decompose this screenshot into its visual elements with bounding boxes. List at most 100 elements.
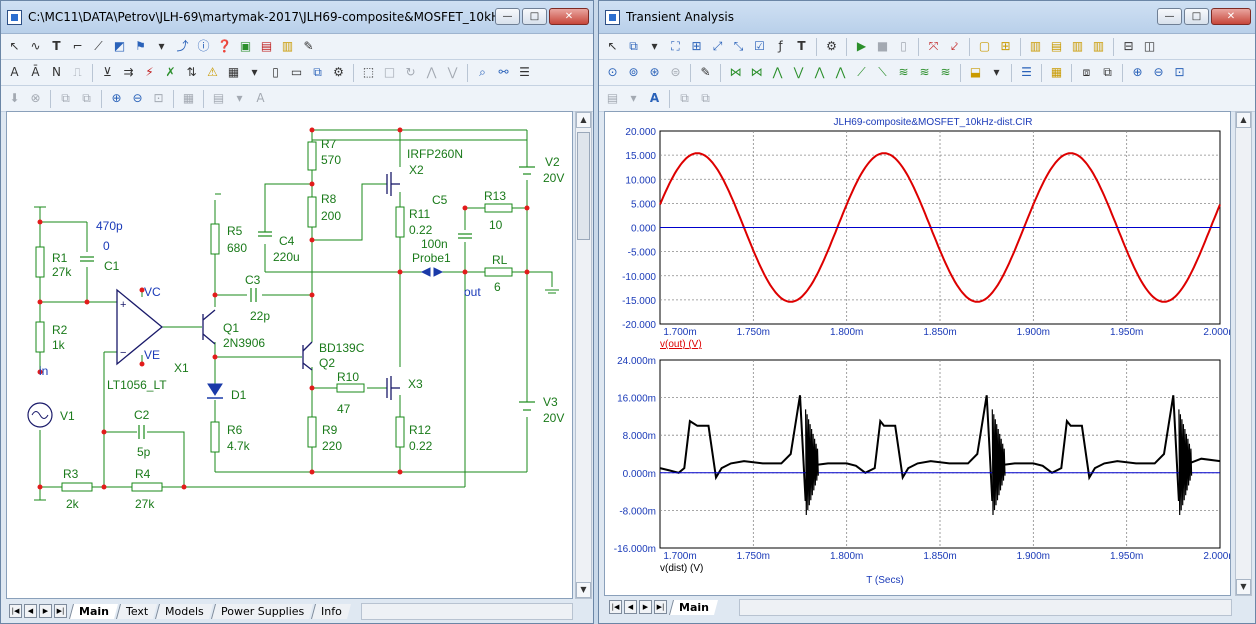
global-low-icon[interactable]: ⋀ [768,63,787,82]
node-voltages-icon[interactable]: ⎍ [68,63,87,82]
frame-icon[interactable]: ▢ [975,37,994,56]
resistor-R12[interactable] [395,416,405,448]
help-icon[interactable]: ❓ [215,37,234,56]
diode-D1[interactable] [207,383,223,396]
prev-simulation-icon[interactable]: ⟍ [873,63,892,82]
zoom-out-icon[interactable]: ⊖ [128,89,147,108]
scale-icon[interactable]: ⛶ [666,37,685,56]
dropdown-arrow-icon[interactable]: ▾ [645,37,664,56]
next-page-icon[interactable]: ▶ [39,604,52,618]
prev-page-icon[interactable]: ◀ [24,604,37,618]
pin-markers-icon[interactable]: ⇉ [119,63,138,82]
fit-y-icon[interactable]: ⧉ [1098,63,1117,82]
warning-icon[interactable]: ⚠ [203,63,222,82]
scroll-up-icon[interactable]: ▲ [576,112,591,128]
bottom-icon[interactable]: ⋀ [810,63,829,82]
bold-grid-icon[interactable]: ▥ [1026,37,1045,56]
inflection-icon[interactable]: ⋈ [726,63,745,82]
component-mode-icon[interactable]: ∿ [26,37,45,56]
power-icon[interactable]: ⚡ [140,63,159,82]
resistor-R2[interactable] [35,321,45,353]
slope-icon[interactable]: ⋀ [831,63,850,82]
resistor-R13[interactable] [484,203,513,213]
select-mode-icon[interactable]: ↖ [603,37,622,56]
grid-text-icon[interactable]: Ā [26,63,45,82]
resistor-R10[interactable] [336,383,365,393]
valley-icon[interactable]: ⊚ [624,63,643,82]
fit-icon[interactable]: ⧈ [1077,63,1096,82]
rotate-icon[interactable]: ↻ [401,63,420,82]
zoom-box-icon[interactable]: ⊞ [687,37,706,56]
level-down-icon[interactable]: ≋ [915,63,934,82]
close-button[interactable]: ✕ [1211,8,1251,25]
attribute-icon[interactable]: ▥ [278,37,297,56]
level-up-icon[interactable]: ≋ [936,63,955,82]
current-icon[interactable]: ✗ [161,63,180,82]
diagonal-wire-icon[interactable]: ⟋ [89,37,108,56]
run-icon[interactable]: ▶ [852,37,871,56]
minimize-button[interactable]: — [495,8,520,25]
zoom-in-icon[interactable]: ⊕ [107,89,126,108]
text-icon[interactable]: T [792,37,811,56]
auto-scale-icon[interactable]: ⤢ [708,37,727,56]
tab-power-supplies[interactable]: Power Supplies [210,603,314,619]
maximize-button[interactable]: □ [1184,8,1209,25]
resistor-R5[interactable] [210,223,220,255]
global-high-icon[interactable]: ⋈ [747,63,766,82]
scroll-thumb[interactable] [577,132,590,240]
first-page-icon[interactable]: |◀ [9,604,22,618]
first-page-icon[interactable]: |◀ [609,600,622,614]
check-icon[interactable]: ☑ [750,37,769,56]
point-to-end-icon[interactable]: ▣ [236,37,255,56]
maximize-button[interactable]: □ [522,8,547,25]
flip-x-icon[interactable]: ⋀ [422,63,441,82]
grid-options-icon[interactable]: ▤ [603,89,622,108]
copy-icon[interactable]: ⧉ [675,89,694,108]
data-point-icon[interactable]: ✎ [696,63,715,82]
copy-icon[interactable]: ⧉ [56,89,75,108]
scroll-down-icon[interactable]: ▼ [1236,579,1251,595]
peak-icon[interactable]: ⊙ [603,63,622,82]
point-to-point-icon[interactable]: ▤ [257,37,276,56]
cursor-mode-icon[interactable]: ⤦ [945,37,964,56]
top-icon[interactable]: ⋁ [789,63,808,82]
level-icon[interactable]: ≋ [894,63,913,82]
next-page-icon[interactable]: ▶ [639,600,652,614]
stop-icon[interactable]: ⊗ [26,89,45,108]
paste-icon[interactable]: ⧉ [696,89,715,108]
resistor-R4[interactable] [131,482,163,492]
binoculars-icon[interactable]: ⚯ [494,63,513,82]
dropdown-arrow-icon[interactable]: ▾ [987,63,1006,82]
analysis-titlebar[interactable]: Transient Analysis — □ ✕ [599,1,1255,34]
plot-vertical-scrollbar[interactable]: ▲ ▼ [1235,111,1252,596]
tag-icon[interactable]: ⬓ [966,63,985,82]
schematic-vertical-scrollbar[interactable]: ▲ ▼ [575,111,592,599]
calculator-icon[interactable]: ▦ [179,89,198,108]
zoom-out-icon[interactable]: ⊖ [1149,63,1168,82]
list-icon[interactable]: ☰ [1017,63,1036,82]
find-icon[interactable]: ⌕ [473,63,492,82]
resistor-R3[interactable] [61,482,93,492]
copy-icon[interactable]: ⧉ [624,37,643,56]
list-icon[interactable]: ☰ [515,63,534,82]
dropdown-arrow-icon[interactable]: ▾ [624,89,643,108]
plot-horizontal-scrollbar[interactable] [739,599,1232,616]
font-icon[interactable]: A [645,89,664,108]
border-icon[interactable]: ⧉ [308,63,327,82]
zoom-in-icon[interactable]: ⊕ [1128,63,1147,82]
node-numbers-icon[interactable]: N [47,63,66,82]
resistor-R8[interactable] [307,196,317,228]
auto-scale-y-icon[interactable]: ⤡ [729,37,748,56]
blank-icon[interactable]: □ [380,63,399,82]
cursor-icon[interactable]: ⤧ [924,37,943,56]
edit-icon[interactable]: ✎ [299,37,318,56]
tab-main[interactable]: Main [68,603,118,619]
grid-icon[interactable]: ⊞ [996,37,1015,56]
palette-icon[interactable]: ▦ [1047,63,1066,82]
probe-marker[interactable] [420,267,444,277]
properties-icon[interactable]: ⚙ [329,63,348,82]
page-icon[interactable]: ▯ [266,63,285,82]
close-button[interactable]: ✕ [549,8,589,25]
pause-icon[interactable]: ▯ [894,37,913,56]
fx-icon[interactable]: ƒ [771,37,790,56]
